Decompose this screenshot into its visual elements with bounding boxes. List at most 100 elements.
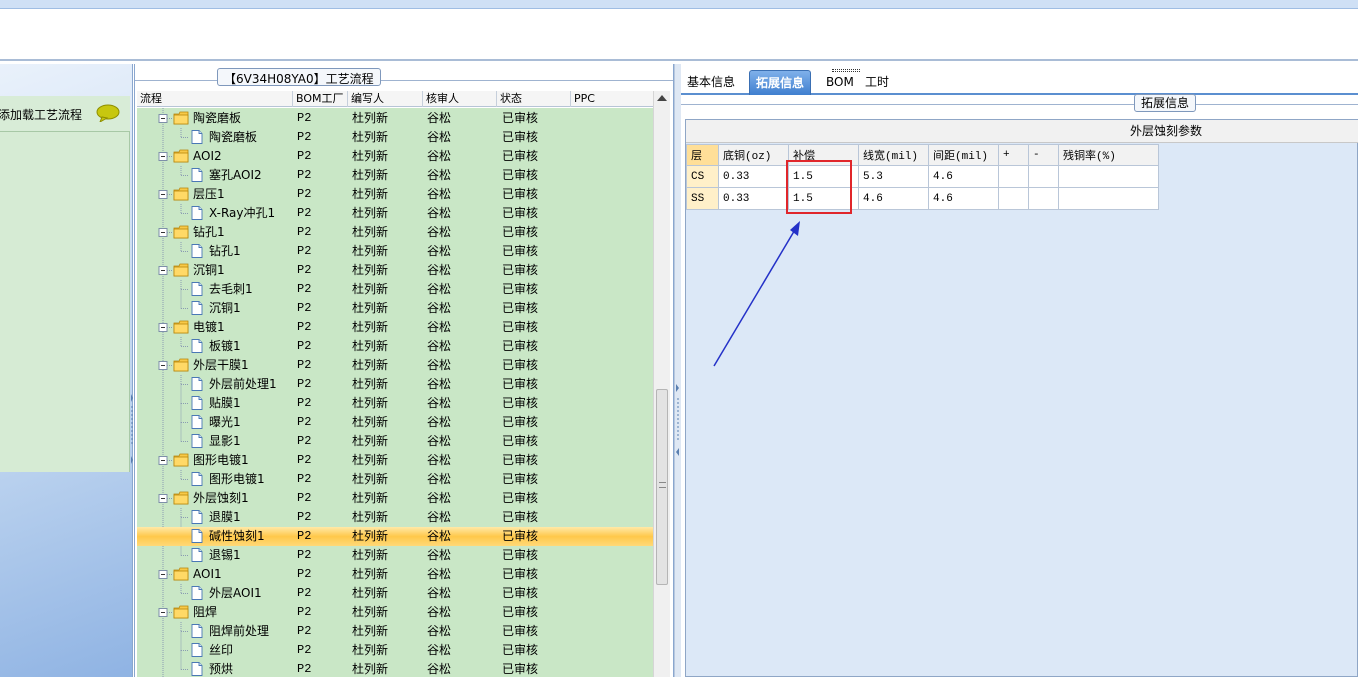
tree-step-row[interactable]: 图形电镀1 P2 杜列新 谷松 已审核 (137, 470, 653, 489)
bom-factory-cell: P2 (297, 548, 312, 562)
layer-cell[interactable]: CS (686, 165, 719, 188)
tab-extended-info[interactable]: 拓展信息 (749, 69, 860, 95)
column-header-minus[interactable]: - (1028, 144, 1059, 166)
table-row[interactable]: CS 0.33 1.5 5.3 4.6 (686, 165, 1159, 188)
column-header-ppc[interactable]: PPC (571, 91, 653, 107)
column-header-bom-factory[interactable]: BOM工厂 (293, 91, 348, 107)
base-copper-cell[interactable]: 0.33 (718, 187, 789, 210)
residual-copper-cell[interactable] (1058, 165, 1159, 188)
minus-cell[interactable] (1028, 165, 1059, 188)
bom-factory-cell: P2 (297, 187, 312, 201)
document-icon (189, 242, 205, 261)
column-header-plus[interactable]: + (998, 144, 1029, 166)
column-header-flow[interactable]: 流程 (137, 91, 293, 107)
document-icon (189, 508, 205, 527)
annotation-arrow-icon (713, 221, 800, 367)
tree-step-row[interactable]: 贴膜1 P2 杜列新 谷松 已审核 (137, 394, 653, 413)
tab-bom[interactable]: BOM (820, 70, 860, 95)
tree-step-row[interactable]: 钻孔1 P2 杜列新 谷松 已审核 (137, 242, 653, 261)
process-flow-panel: 【6V34H08YA0】工艺流程 流程 BOM工厂 编写人 核审人 状态 PPC… (134, 64, 674, 677)
document-icon (189, 375, 205, 394)
base-copper-cell[interactable]: 0.33 (718, 165, 789, 188)
etching-params-header-row: 层 底铜(oz) 补偿 线宽(mil) 间距(mil) + - 残铜率(%) (686, 144, 1159, 166)
tree-step-row[interactable]: 外层AOI1 P2 杜列新 谷松 已审核 (137, 584, 653, 603)
process-name-cell: 外层蚀刻1 (193, 491, 249, 505)
status-cell: 已审核 (502, 605, 539, 619)
tree-step-row[interactable]: 退锡1 P2 杜列新 谷松 已审核 (137, 546, 653, 565)
folder-icon (173, 109, 189, 128)
reviewer-cell: 谷松 (427, 624, 452, 638)
tree-group-row[interactable]: AOI2 P2 杜列新 谷松 已审核 (137, 147, 653, 166)
author-cell: 杜列新 (352, 548, 389, 562)
tree-step-row[interactable]: 显影1 P2 杜列新 谷松 已审核 (137, 432, 653, 451)
plus-cell[interactable] (998, 187, 1029, 210)
tree-step-row[interactable]: 外层前处理1 P2 杜列新 谷松 已审核 (137, 375, 653, 394)
status-cell: 已审核 (502, 510, 539, 524)
column-header-spacing[interactable]: 间距(mil) (928, 144, 999, 166)
tree-group-row[interactable]: 钻孔1 P2 杜列新 谷松 已审核 (137, 223, 653, 242)
tree-group-row[interactable]: 外层干膜1 P2 杜列新 谷松 已审核 (137, 356, 653, 375)
etching-params-table: 层 底铜(oz) 补偿 线宽(mil) 间距(mil) + - 残铜率(%) C… (686, 144, 1159, 210)
tree-group-row[interactable]: 沉铜1 P2 杜列新 谷松 已审核 (137, 261, 653, 280)
process-name-cell: 曝光1 (209, 415, 241, 429)
tree-step-row[interactable]: 去毛刺1 P2 杜列新 谷松 已审核 (137, 280, 653, 299)
column-header-residual-copper[interactable]: 残铜率(%) (1058, 144, 1159, 166)
tree-step-row[interactable]: 陶瓷磨板 P2 杜列新 谷松 已审核 (137, 128, 653, 147)
tree-group-row[interactable]: 外层蚀刻1 P2 杜列新 谷松 已审核 (137, 489, 653, 508)
process-name-cell: 外层前处理1 (209, 377, 277, 391)
tree-group-row[interactable]: 层压1 P2 杜列新 谷松 已审核 (137, 185, 653, 204)
tree-group-row[interactable]: 图形电镀1 P2 杜列新 谷松 已审核 (137, 451, 653, 470)
tab-work-hours[interactable]: 工时 (859, 70, 895, 95)
column-header-reviewer[interactable]: 核审人 (423, 91, 497, 107)
tree-group-row[interactable]: 阻焊 P2 杜列新 谷松 已审核 (137, 603, 653, 622)
process-name-cell: 沉铜1 (209, 301, 241, 315)
status-cell: 已审核 (502, 586, 539, 600)
tree-step-row[interactable]: 阻焊前处理 P2 杜列新 谷松 已审核 (137, 622, 653, 641)
line-width-cell[interactable]: 5.3 (858, 165, 929, 188)
tree-step-row[interactable]: 碱性蚀刻1 P2 杜列新 谷松 已审核 (137, 527, 653, 546)
tab-basic-info[interactable]: 基本信息 (681, 70, 741, 95)
tree-step-row[interactable]: 预烘 P2 杜列新 谷松 已审核 (137, 660, 653, 677)
column-header-status[interactable]: 状态 (497, 91, 571, 107)
speech-bubble-icon (96, 104, 120, 122)
add-process-flow-button[interactable]: 添加载工艺流程 (0, 96, 130, 132)
document-icon (189, 527, 205, 546)
reviewer-cell: 谷松 (427, 187, 452, 201)
status-cell: 已审核 (502, 244, 539, 258)
tree-group-row[interactable]: AOI1 P2 杜列新 谷松 已审核 (137, 565, 653, 584)
column-header-layer[interactable]: 层 (686, 144, 719, 166)
vertical-scrollbar[interactable] (653, 91, 670, 677)
tree-group-row[interactable]: 电镀1 P2 杜列新 谷松 已审核 (137, 318, 653, 337)
layer-cell[interactable]: SS (686, 187, 719, 210)
bom-factory-cell: P2 (297, 244, 312, 258)
minus-cell[interactable] (1028, 187, 1059, 210)
table-row[interactable]: SS 0.33 1.5 4.6 4.6 (686, 187, 1159, 210)
plus-cell[interactable] (998, 165, 1029, 188)
tree-step-row[interactable]: 曝光1 P2 杜列新 谷松 已审核 (137, 413, 653, 432)
tree-step-row[interactable]: 丝印 P2 杜列新 谷松 已审核 (137, 641, 653, 660)
line-width-cell[interactable]: 4.6 (858, 187, 929, 210)
column-header-base-copper[interactable]: 底铜(oz) (718, 144, 789, 166)
document-icon (189, 337, 205, 356)
tree-step-row[interactable]: 板镀1 P2 杜列新 谷松 已审核 (137, 337, 653, 356)
column-header-line-width[interactable]: 线宽(mil) (858, 144, 929, 166)
reviewer-cell: 谷松 (427, 586, 452, 600)
document-icon (189, 128, 205, 147)
status-cell: 已审核 (502, 225, 539, 239)
detail-tabs: 基本信息 拓展信息 BOM 工时 (681, 68, 1358, 95)
spacing-cell[interactable]: 4.6 (928, 187, 999, 210)
scroll-up-arrow-icon[interactable] (657, 95, 667, 101)
panel-splitter[interactable] (674, 64, 681, 677)
residual-copper-cell[interactable] (1058, 187, 1159, 210)
column-header-author[interactable]: 编写人 (348, 91, 423, 107)
spacing-cell[interactable]: 4.6 (928, 165, 999, 188)
tree-step-row[interactable]: 退膜1 P2 杜列新 谷松 已审核 (137, 508, 653, 527)
tree-group-row[interactable]: 陶瓷磨板 P2 杜列新 谷松 已审核 (137, 109, 653, 128)
tree-step-row[interactable]: X-Ray冲孔1 P2 杜列新 谷松 已审核 (137, 204, 653, 223)
status-cell: 已审核 (502, 434, 539, 448)
tree-step-row[interactable]: 沉铜1 P2 杜列新 谷松 已审核 (137, 299, 653, 318)
tree-step-row[interactable]: 塞孔AOI2 P2 杜列新 谷松 已审核 (137, 166, 653, 185)
scrollbar-thumb[interactable] (656, 389, 668, 585)
author-cell: 杜列新 (352, 415, 389, 429)
status-cell: 已审核 (502, 282, 539, 296)
